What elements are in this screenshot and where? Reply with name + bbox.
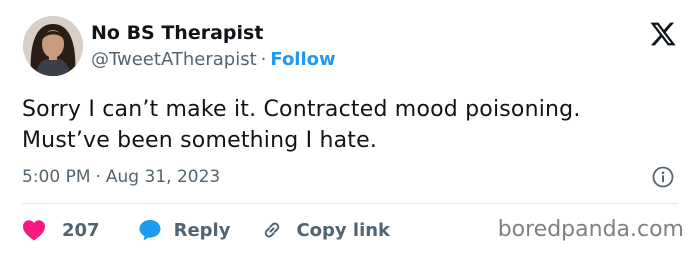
like-button[interactable]: 207 <box>22 219 100 241</box>
tweet-card: No BS Therapist @TweetATherapist · Follow … <box>0 0 700 256</box>
info-icon[interactable] <box>652 166 674 188</box>
action-bar: 207 Reply Copy link <box>22 216 390 244</box>
like-count: 207 <box>62 219 100 241</box>
copy-link-button[interactable]: Copy link <box>260 218 390 242</box>
reply-button[interactable]: Reply <box>138 218 231 242</box>
handle-separator: · <box>260 49 267 70</box>
author-name[interactable]: No BS Therapist <box>91 22 263 44</box>
reply-label: Reply <box>173 219 231 241</box>
author-handle[interactable]: @TweetATherapist <box>91 49 257 70</box>
tweet-text-line: Must’ve been something I hate. <box>22 128 378 153</box>
divider <box>22 203 678 204</box>
speech-bubble-icon <box>138 218 162 242</box>
tweet-text-line: Sorry I can’t make it. Contracted mood p… <box>22 97 581 122</box>
heart-icon <box>22 219 46 241</box>
tweet-timestamp[interactable]: 5:00 PM · Aug 31, 2023 <box>22 167 220 187</box>
avatar[interactable] <box>23 16 83 76</box>
tweet-time: 5:00 PM <box>22 167 91 187</box>
tweet-text: Sorry I can’t make it. Contracted mood p… <box>22 94 682 156</box>
follow-button[interactable]: Follow <box>270 49 335 70</box>
copy-link-label: Copy link <box>296 219 391 241</box>
tweet-date: Aug 31, 2023 <box>105 167 221 187</box>
date-separator: · <box>95 167 101 187</box>
link-icon <box>260 218 284 242</box>
watermark: boredpanda.com <box>497 217 684 242</box>
author-handle-row: @TweetATherapist · Follow <box>91 49 336 70</box>
x-logo-icon[interactable] <box>649 20 677 48</box>
